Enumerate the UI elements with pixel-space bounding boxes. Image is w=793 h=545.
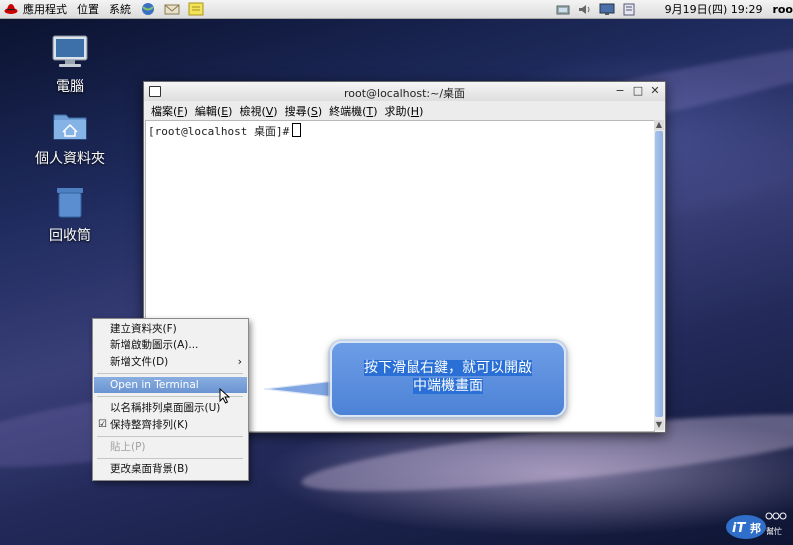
svg-text:iT: iT [732, 521, 746, 536]
watermark-logo-icon: iT 邦 幫忙 [726, 512, 787, 539]
menu-item-label: 保持整齊排列(K) [110, 419, 189, 431]
computer-icon [52, 35, 88, 67]
callout-pointer [264, 380, 334, 398]
menu-item-create-document[interactable]: 新增文件(D) › [94, 354, 247, 370]
text-cursor [292, 123, 302, 137]
svg-text:幫忙: 幫忙 [766, 526, 782, 536]
menu-search[interactable]: 搜尋(S) [282, 103, 326, 119]
menu-edit[interactable]: 編輯(E) [192, 103, 236, 119]
terminal-menubar: 檔案(F) 編輯(E) 檢視(V) 搜尋(S) 終端機(T) 求助(H) [144, 101, 665, 120]
menu-help[interactable]: 求助(H) [382, 103, 427, 119]
system-menu[interactable]: 系統 [104, 1, 136, 17]
volume-icon[interactable] [577, 3, 593, 16]
menu-item-label: 新增文件(D) [110, 356, 169, 368]
menu-separator [97, 436, 243, 437]
applications-menu[interactable]: 應用程式 [18, 1, 72, 17]
menu-view[interactable]: 檢視(V) [236, 103, 280, 119]
maximize-button[interactable]: □ [631, 84, 645, 98]
shell-prompt: [root@localhost 桌面]# [148, 123, 302, 139]
minimize-button[interactable]: − [613, 84, 627, 98]
menu-item-create-folder[interactable]: 建立資料夾(F) [94, 321, 247, 337]
desktop-icon-label: 個人資料夾 [35, 151, 105, 167]
menu-terminal[interactable]: 終端機(T) [326, 103, 380, 119]
desktop-icon-computer[interactable]: 電腦 [30, 34, 110, 96]
menu-item-change-background[interactable]: 更改桌面背景(B) [94, 461, 247, 477]
clock[interactable]: 9月19日(四) 19:29 [660, 1, 768, 17]
close-button[interactable]: ✕ [648, 84, 662, 98]
ithome-watermark-logo: iT 邦 幫忙 [724, 510, 790, 540]
clipboard-icon[interactable] [621, 3, 637, 16]
home-folder-icon [53, 114, 87, 140]
annotation-callout: 按下滑鼠右鍵，就可以開啟 中端機畫面 [330, 341, 566, 417]
desktop-icon-label: 電腦 [56, 79, 84, 95]
mail-launcher-icon[interactable] [164, 2, 180, 16]
scroll-up-icon[interactable]: ▲ [654, 120, 664, 130]
callout-line-2: 中端機畫面 [413, 378, 483, 394]
terminal-titlebar[interactable]: root@localhost:~/桌面 − □ ✕ [144, 82, 665, 101]
user-name[interactable]: roo [767, 3, 793, 16]
network-icon[interactable] [555, 3, 571, 16]
places-menu[interactable]: 位置 [72, 1, 104, 17]
checkbox-checked-icon: ☑ [98, 419, 107, 430]
scrollbar-thumb[interactable] [655, 131, 663, 417]
display-icon[interactable] [599, 3, 615, 16]
terminal-scrollbar[interactable]: ▲ ▼ [654, 120, 664, 430]
scroll-down-icon[interactable]: ▼ [654, 420, 664, 430]
menu-item-paste[interactable]: 貼上(P) [94, 439, 247, 455]
menu-separator [97, 458, 243, 459]
callout-text: 按下滑鼠右鍵，就可以開啟 中端機畫面 [332, 359, 564, 395]
submenu-arrow-icon: › [237, 355, 242, 368]
panel-tray: 9月19日(四) 19:29 roo [552, 0, 793, 18]
desktop-icon-trash[interactable]: 回收筒 [30, 185, 110, 245]
trash-icon [57, 188, 83, 218]
mouse-pointer-icon [219, 388, 230, 404]
menu-item-keep-aligned[interactable]: ☑ 保持整齊排列(K) [94, 417, 247, 433]
svg-text:邦: 邦 [750, 521, 761, 535]
window-title: root@localhost:~/桌面 [343, 87, 466, 100]
desktop-icon-label: 回收筒 [49, 228, 91, 244]
redhat-logo-icon[interactable] [4, 3, 18, 15]
menu-file[interactable]: 檔案(F) [148, 103, 191, 119]
menu-item-create-launcher[interactable]: 新增啟動圖示(A)... [94, 337, 247, 353]
callout-line-1: 按下滑鼠右鍵，就可以開啟 [364, 360, 532, 376]
menu-separator [97, 373, 243, 374]
notes-launcher-icon[interactable] [188, 2, 204, 16]
desktop-icon-home[interactable]: 個人資料夾 [30, 110, 110, 168]
top-panel: 應用程式 位置 系統 9月19日(四) 19:29 roo [0, 0, 793, 19]
browser-launcher-icon[interactable] [140, 2, 156, 16]
